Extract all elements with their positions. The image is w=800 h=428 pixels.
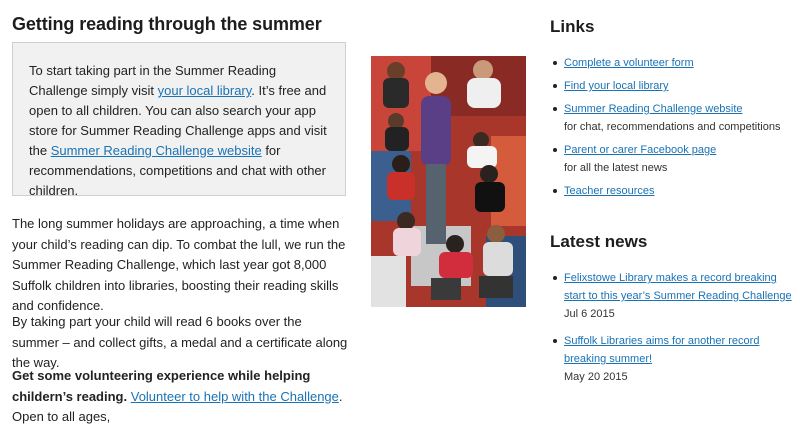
page-title: Getting reading through the summer: [12, 14, 322, 34]
link-note: for all the latest news: [564, 162, 668, 174]
link-note: for chat, recommendations and competitio…: [564, 121, 781, 133]
news-date: May 20 2015: [564, 371, 628, 383]
summer-reading-website-link[interactable]: Summer Reading Challenge website: [51, 143, 262, 158]
intro-paragraph: The long summer holidays are approaching…: [12, 216, 346, 313]
list-item: Suffolk Libraries aims for another recor…: [550, 332, 798, 386]
list-item: Felixstowe Library makes a record breaki…: [550, 269, 798, 323]
news-link-suffolk[interactable]: Suffolk Libraries aims for another recor…: [564, 335, 759, 365]
links-heading: Links: [550, 17, 595, 36]
find-library-link[interactable]: Find your local library: [564, 80, 669, 92]
list-item: Teacher resources: [550, 182, 798, 200]
volunteer-form-link[interactable]: Complete a volunteer form: [564, 57, 694, 69]
links-list: Complete a volunteer form Find your loca…: [550, 54, 798, 205]
volunteer-paragraph: Get some volunteering experience while h…: [12, 366, 350, 428]
list-item: Parent or carer Facebook page for all the…: [550, 141, 798, 177]
volunteer-link[interactable]: Volunteer to help with the Challenge: [131, 389, 339, 404]
latest-news-heading: Latest news: [550, 232, 648, 251]
children-group-photo: [371, 56, 526, 307]
list-item: Complete a volunteer form: [550, 54, 798, 72]
books-paragraph: By taking part your child will read 6 bo…: [12, 314, 348, 370]
news-date: Jul 6 2015: [564, 308, 615, 320]
list-item: Find your local library: [550, 77, 798, 95]
news-list: Felixstowe Library makes a record breaki…: [550, 269, 798, 395]
facebook-page-link[interactable]: Parent or carer Facebook page: [564, 144, 716, 156]
news-link-felixstowe[interactable]: Felixstowe Library makes a record breaki…: [564, 272, 792, 302]
teacher-resources-link[interactable]: Teacher resources: [564, 185, 655, 197]
children-photo-illustration: [371, 56, 526, 307]
info-callout: To start taking part in the Summer Readi…: [12, 42, 346, 198]
local-library-link[interactable]: your local library: [158, 83, 252, 98]
challenge-website-link[interactable]: Summer Reading Challenge website: [564, 103, 743, 115]
list-item: Summer Reading Challenge website for chat…: [550, 100, 798, 136]
